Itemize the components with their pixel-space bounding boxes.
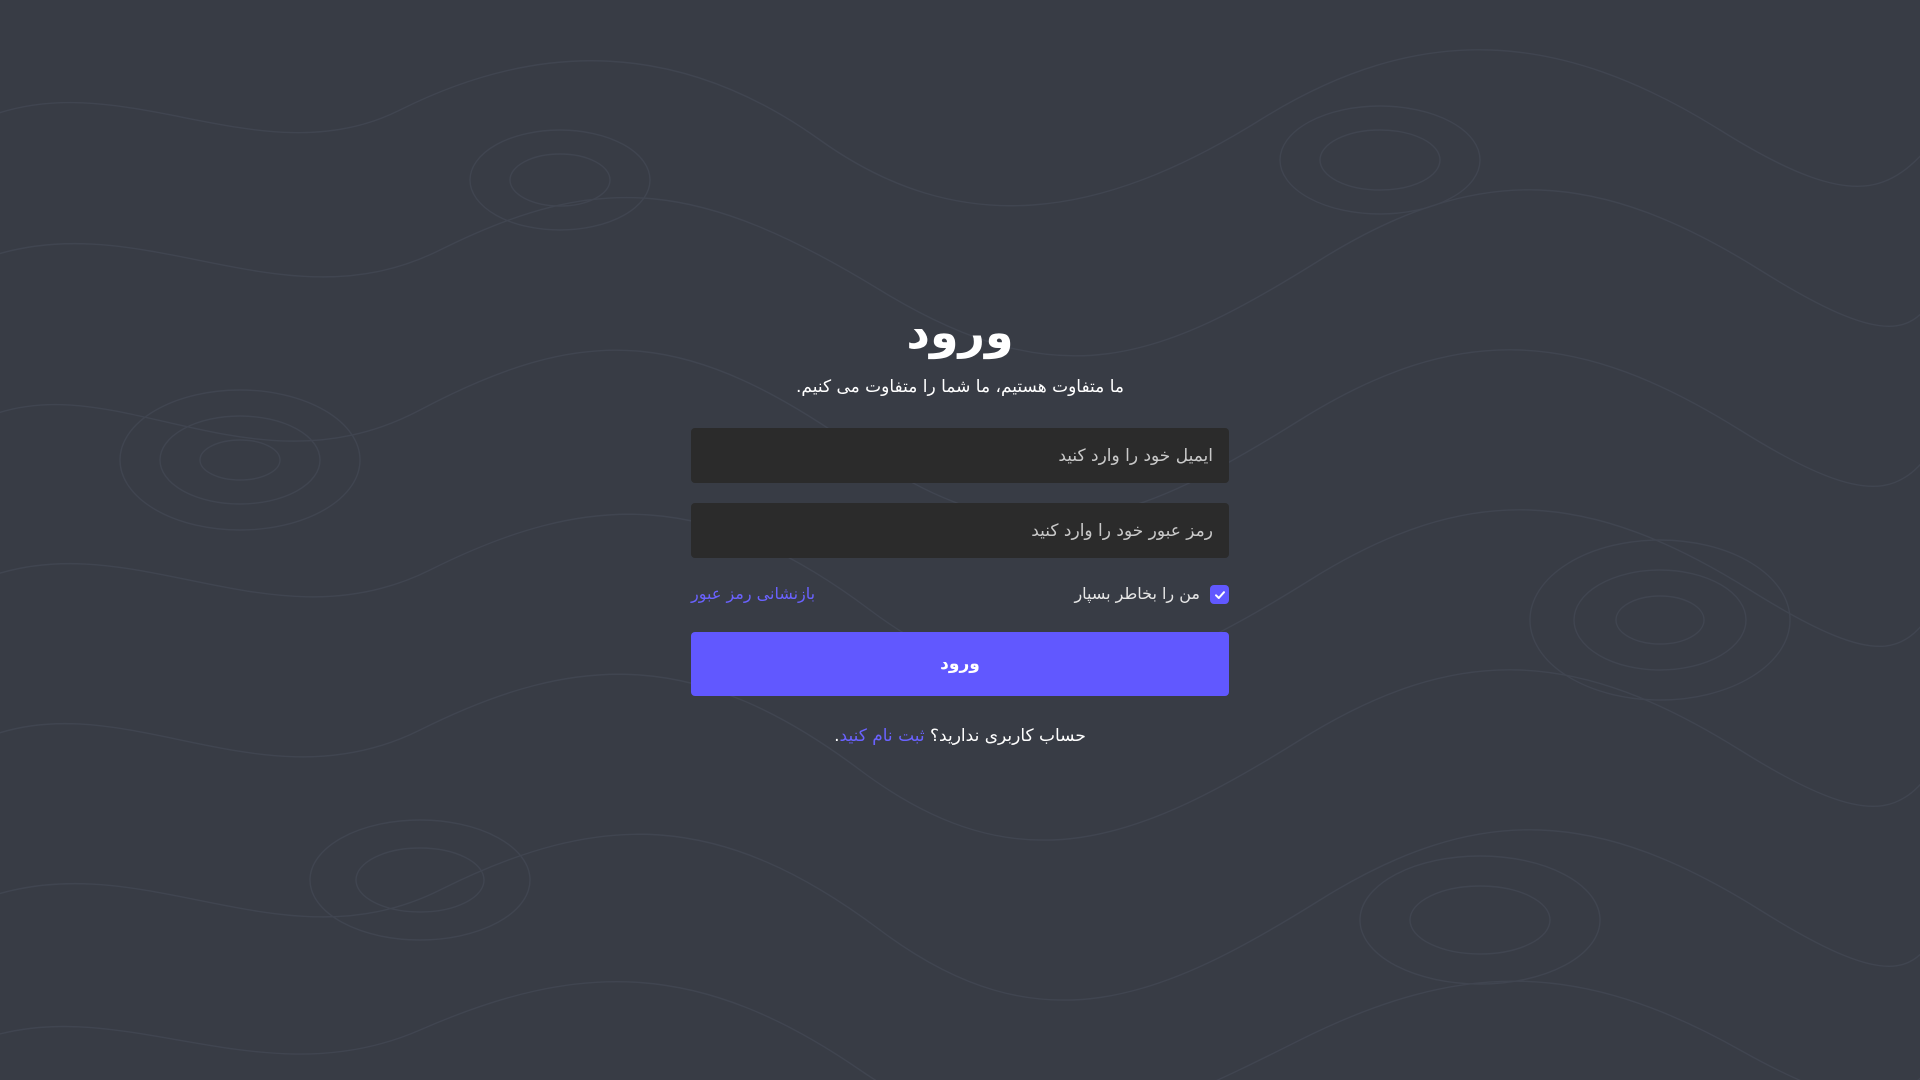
- signup-prompt: حساب کاربری ندارید؟ ثبت نام کنید.: [691, 726, 1229, 746]
- check-icon: [1214, 590, 1225, 599]
- login-button[interactable]: ورود: [691, 632, 1229, 696]
- remember-me-checkbox[interactable]: [1210, 585, 1229, 604]
- login-form: ورود ما متفاوت هستیم، ما شما را متفاوت م…: [691, 300, 1229, 746]
- password-field[interactable]: [691, 503, 1229, 558]
- remember-me-control[interactable]: من را بخاطر بسپار: [1074, 582, 1229, 604]
- signup-link[interactable]: ثبت نام کنید: [840, 726, 925, 746]
- page-subtitle: ما متفاوت هستیم، ما شما را متفاوت می کنی…: [796, 377, 1124, 397]
- signup-prompt-text: حساب کاربری ندارید؟: [924, 726, 1086, 746]
- email-field[interactable]: [691, 428, 1229, 483]
- form-options-row: من را بخاطر بسپار بازنشانی رمز عبور: [691, 578, 1229, 608]
- remember-me-label: من را بخاطر بسپار: [1074, 583, 1200, 603]
- reset-password-link[interactable]: بازنشانی رمز عبور: [691, 584, 815, 603]
- page-title: ورود: [906, 305, 1014, 359]
